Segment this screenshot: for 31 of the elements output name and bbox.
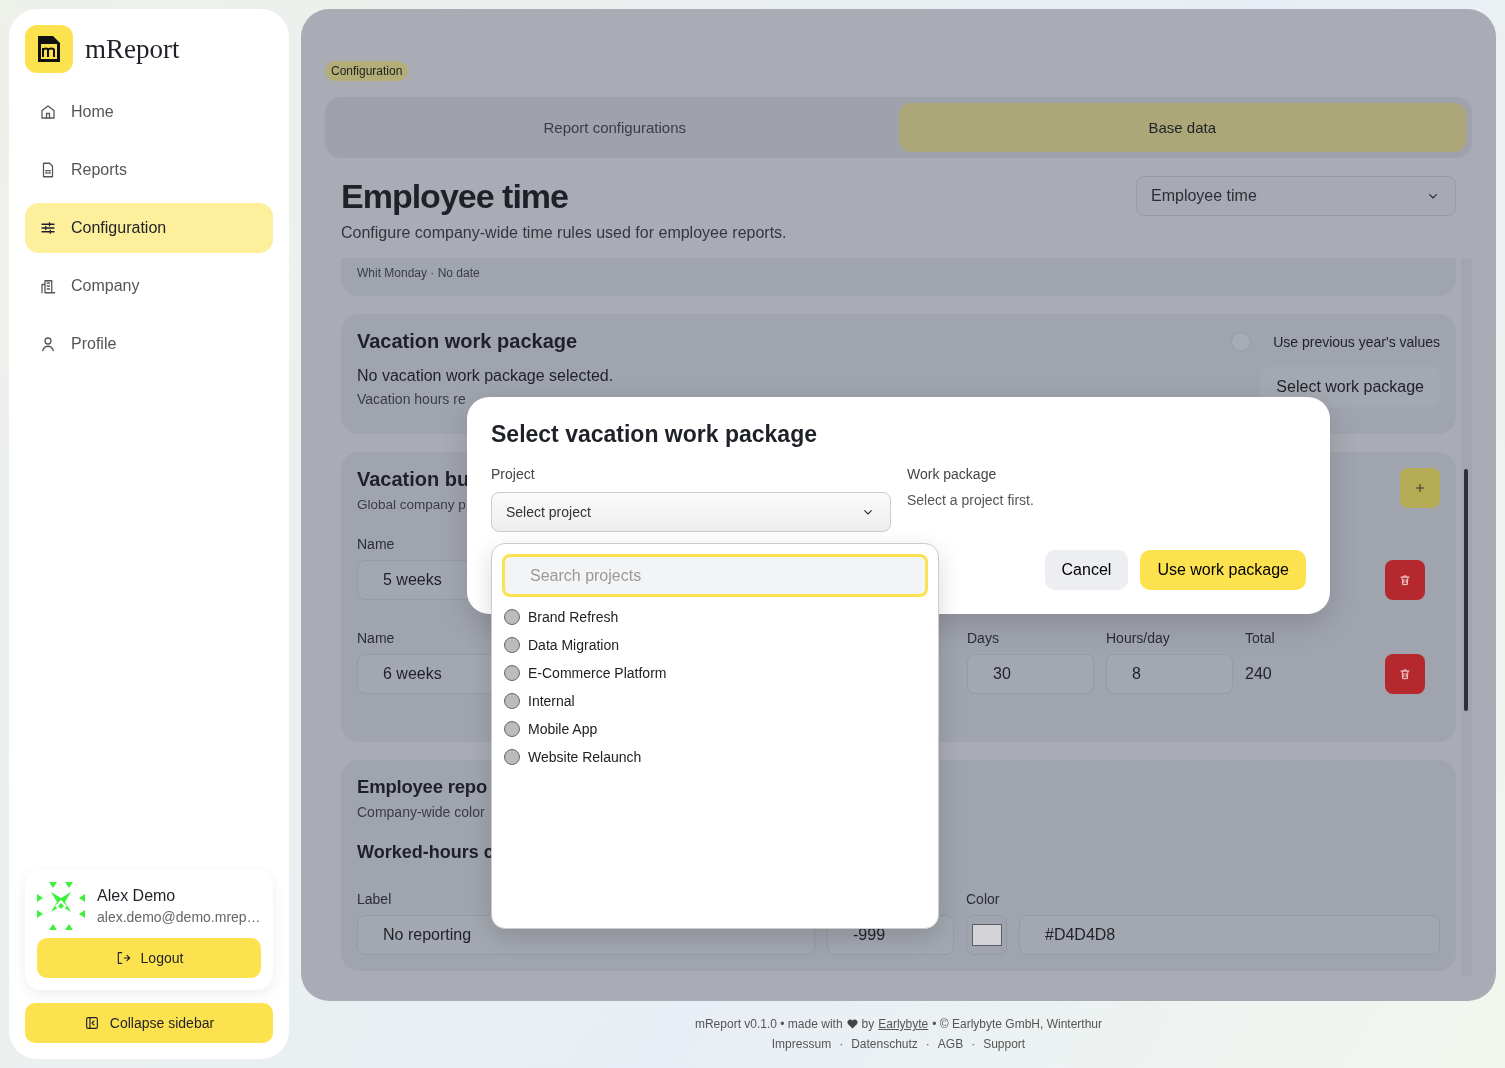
package-message: No vacation work package selected.	[357, 367, 614, 385]
field-label: Days	[967, 630, 999, 646]
user-email: alex.demo@demo.mrep…	[97, 909, 261, 925]
field-label: Label	[357, 891, 392, 907]
dialog-title: Select vacation work package	[491, 421, 818, 448]
user-name: Alex Demo	[97, 887, 177, 905]
separator: ·	[925, 1037, 930, 1051]
package-hint: Vacation hours re	[357, 391, 466, 407]
separator: ·	[839, 1037, 844, 1051]
toggle-label: Use previous year's values	[1273, 333, 1440, 350]
card-subtitle: Company-wide color	[357, 804, 485, 820]
field-label: Total	[1245, 630, 1275, 646]
app-name: mReport	[85, 33, 180, 65]
field-label: Project	[491, 466, 536, 482]
field-label: Name	[357, 536, 395, 552]
card-title: Employee repo	[357, 776, 488, 798]
holiday-entry: Whit Monday · No date	[357, 266, 481, 280]
card-title: Vacation work package	[357, 330, 578, 353]
footer-text: • © Earlybyte GmbH, Winterthur	[932, 1017, 1103, 1031]
total-value: 240	[1245, 665, 1273, 683]
footer-text: mReport v0.1.0 • made with	[694, 1017, 843, 1031]
field-label: Hours/day	[1106, 630, 1170, 646]
page-title: Employee time	[341, 176, 569, 216]
separator: ·	[971, 1037, 976, 1051]
page-subtitle: Configure company-wide time rules used for employee reports.	[341, 224, 787, 242]
card-subtitle: Global company p	[357, 497, 466, 512]
footer-text: by	[861, 1017, 875, 1031]
package-hint: Select a project first.	[907, 492, 1034, 508]
field-label: Work package	[907, 466, 998, 482]
field-label: Color	[966, 891, 1000, 907]
field-label: Name	[357, 630, 395, 646]
